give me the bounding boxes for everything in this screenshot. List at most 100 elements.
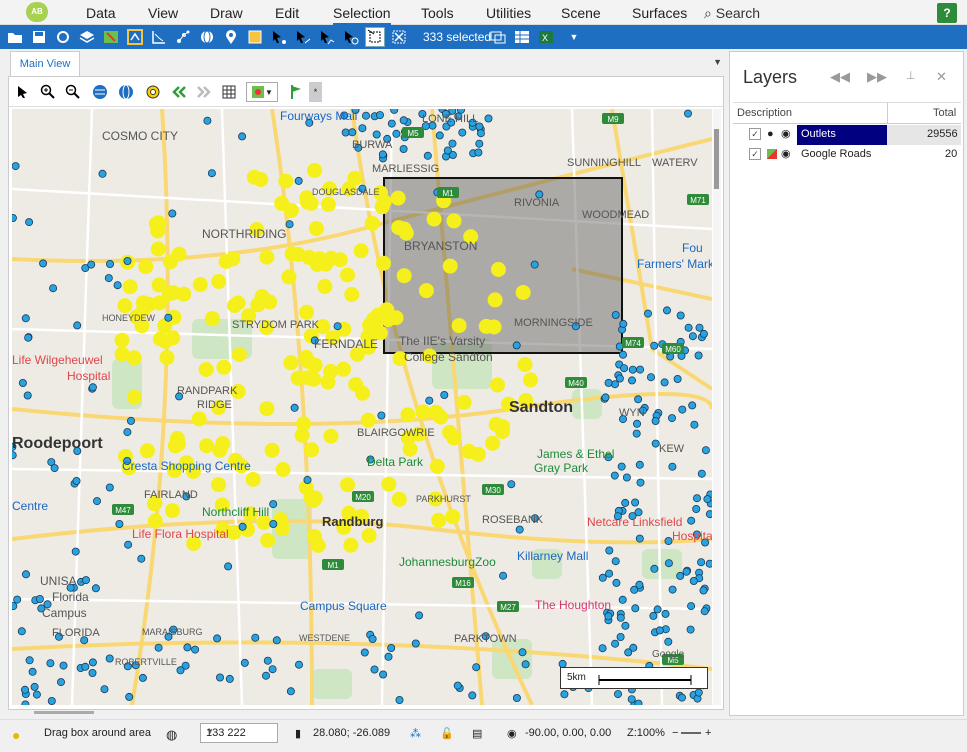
scroll-thumb[interactable] (714, 129, 719, 189)
lock-icon[interactable]: 🔓 (440, 727, 454, 740)
map-horizontal-scrollbar[interactable] (8, 710, 724, 716)
select-region-icon[interactable] (341, 27, 361, 47)
menu-tools[interactable]: Tools (421, 5, 454, 21)
menu-data[interactable]: Data (86, 5, 116, 21)
outlet-marker (375, 111, 384, 120)
select-line-icon[interactable] (293, 27, 313, 47)
park-area (642, 549, 682, 579)
layers-icon[interactable] (77, 27, 97, 47)
message-icon[interactable]: ▤ (472, 727, 482, 740)
menu-draw[interactable]: Draw (210, 5, 243, 21)
outlet-marker (57, 678, 66, 687)
menu-view[interactable]: View (148, 5, 178, 21)
zoom-in-icon[interactable] (38, 82, 58, 102)
map-graphics: M9M5M1M71M74M60M40M20M30M16M27M47M1M5 (12, 109, 712, 705)
outlet-marker (661, 609, 670, 618)
first-icon[interactable]: ◀◀ (830, 69, 850, 85)
globe-icon[interactable] (90, 82, 110, 102)
map-icon[interactable] (101, 27, 121, 47)
pin-panel-icon[interactable]: ⊥ (906, 69, 916, 82)
eye-icon[interactable]: ◉ (781, 127, 791, 140)
outlet-marker (368, 635, 377, 644)
scroll-thumb[interactable] (34, 711, 94, 714)
outlet-marker (699, 586, 708, 595)
outlet-marker (632, 429, 641, 438)
globe-extent-icon[interactable] (116, 82, 136, 102)
route-icon[interactable] (125, 27, 145, 47)
globe-icon[interactable] (197, 27, 217, 47)
forward-arrows-icon[interactable] (194, 82, 214, 102)
outlet-marker (458, 128, 467, 137)
outlet-marker (673, 374, 682, 383)
layer-visibility-checkbox[interactable]: ✓ (749, 128, 761, 140)
polygon-icon[interactable] (245, 27, 265, 47)
layer-row-google-roads[interactable]: ✓ ◉ Google Roads 20 (733, 145, 961, 165)
selected-outlet-marker (523, 372, 538, 388)
map-canvas[interactable]: M9 M5 M1 M71 M74 M60 M40 M20 M30 M16 M27 M47 M1 M5 CO… (12, 109, 712, 705)
status-message: Drag box around area (44, 727, 152, 739)
outlet-marker (598, 573, 607, 582)
select-path-icon[interactable] (317, 27, 337, 47)
toolbar-dropdown-icon[interactable]: ▼ (564, 27, 584, 47)
zoom-out-icon[interactable] (63, 82, 83, 102)
selected-outlet-marker (361, 528, 377, 544)
clear-selection-icon[interactable] (389, 27, 409, 47)
outlet-marker (183, 643, 192, 652)
pin-icon[interactable] (221, 27, 241, 47)
app-logo-icon[interactable]: AB (26, 2, 48, 22)
map-vertical-scrollbar[interactable] (713, 109, 721, 705)
selected-outlet-marker (340, 267, 355, 283)
grid-globe-icon[interactable]: ◍ (166, 727, 177, 743)
table-icon[interactable] (488, 27, 508, 47)
zoom-slider[interactable] (681, 732, 701, 734)
close-icon[interactable]: ✕ (936, 69, 947, 85)
layer-row-outlets[interactable]: ✓ ● ◉ Outlets 29556 (733, 125, 961, 145)
grid-icon[interactable] (219, 82, 239, 102)
outlet-marker (25, 218, 34, 227)
chart-icon[interactable] (149, 27, 169, 47)
box-select-icon[interactable] (365, 27, 385, 47)
outlet-marker (125, 692, 134, 701)
menu-selection[interactable]: Selection (333, 5, 391, 25)
map-place-label: Netcare Linksfield (587, 515, 683, 529)
road-shield-label: M27 (500, 603, 516, 612)
outlet-marker (13, 595, 22, 604)
back-arrows-icon[interactable] (169, 82, 189, 102)
flag-icon[interactable] (286, 82, 306, 102)
menu-edit[interactable]: Edit (275, 5, 299, 21)
coordinate-system-combo[interactable]: 133 222 ▼ (200, 723, 278, 743)
spreadsheet-icon[interactable] (512, 27, 532, 47)
zoom-in-button[interactable]: + (705, 727, 711, 739)
open-folder-icon[interactable] (5, 27, 25, 47)
selected-outlet-marker (264, 442, 280, 458)
layer-visibility-checkbox[interactable]: ✓ (749, 148, 761, 160)
outlet-marker (693, 494, 702, 503)
overflow-icon[interactable]: * (309, 82, 322, 102)
pointer-icon[interactable] (13, 82, 33, 102)
snap-icon[interactable]: ⁂ (410, 727, 421, 740)
basemap-dropdown[interactable]: ▼ (246, 82, 278, 102)
map-place-label: Cresta Shopping Centre (122, 459, 251, 473)
last-icon[interactable]: ▶▶ (867, 69, 887, 85)
menu-surfaces[interactable]: Surfaces (632, 5, 687, 21)
sync-icon[interactable] (53, 27, 73, 47)
menu-search[interactable]: ⌕ Search (704, 5, 760, 22)
outlet-marker (272, 636, 281, 645)
menu-utilities[interactable]: Utilities (486, 5, 531, 21)
scatter-icon[interactable] (173, 27, 193, 47)
excel-icon[interactable]: X (536, 27, 556, 47)
select-point-icon[interactable] (269, 27, 289, 47)
outlet-marker (705, 559, 712, 568)
tab-dropdown-icon[interactable]: ▼ (713, 57, 722, 67)
settings-gear-icon[interactable] (143, 82, 163, 102)
selected-outlet-marker (396, 268, 412, 284)
save-icon[interactable] (29, 27, 49, 47)
tab-main-view[interactable]: Main View (10, 51, 80, 76)
menu-scene[interactable]: Scene (561, 5, 601, 21)
eye-icon[interactable]: ◉ (781, 147, 791, 160)
outlet-marker (624, 648, 633, 657)
outlet-marker (628, 365, 637, 374)
help-button[interactable]: ? (937, 3, 957, 23)
selected-outlet-marker (254, 289, 270, 304)
zoom-out-button[interactable]: − (672, 727, 678, 739)
